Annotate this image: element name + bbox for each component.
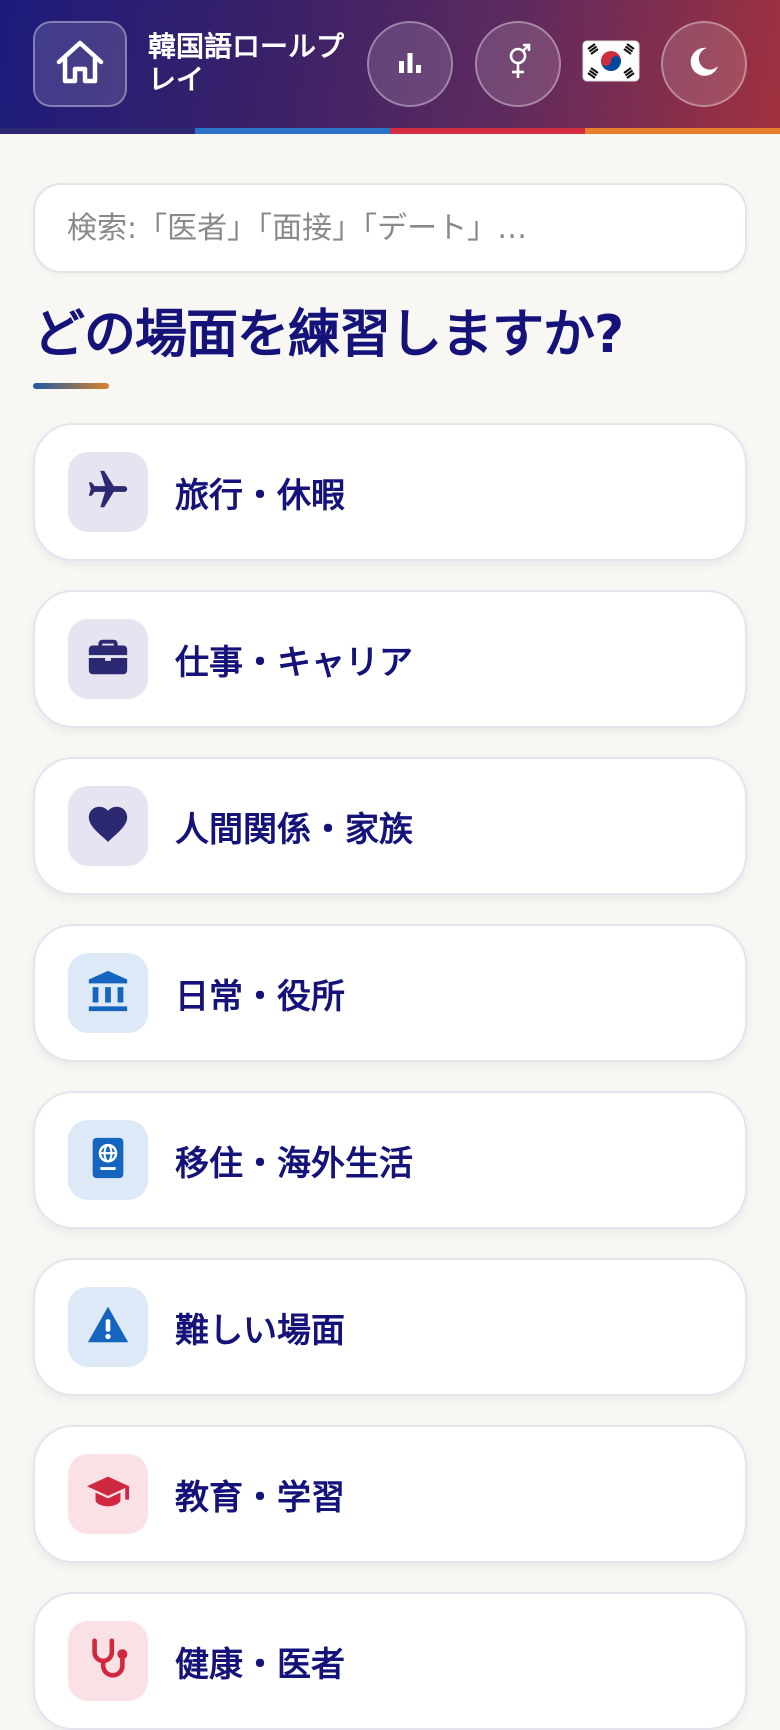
category-card-education[interactable]: 教育・学習: [33, 1425, 747, 1563]
stats-button[interactable]: [367, 21, 453, 107]
category-label: 日常・役所: [175, 976, 345, 1017]
category-icon-box: [68, 1621, 148, 1701]
category-card-relocation[interactable]: 移住・海外生活: [33, 1091, 747, 1229]
category-icon-box: [68, 786, 148, 866]
category-label: 教育・学習: [175, 1477, 345, 1518]
stripe-segment: [195, 128, 390, 134]
category-label: 移住・海外生活: [175, 1143, 413, 1184]
category-card-health[interactable]: 健康・医者: [33, 1592, 747, 1730]
bar-chart-icon: [397, 51, 423, 77]
category-card-difficult-situations[interactable]: 難しい場面: [33, 1258, 747, 1396]
government-building-icon: [85, 968, 131, 1018]
stripe-segment: [0, 128, 195, 134]
category-label: 人間関係・家族: [175, 809, 413, 850]
stripe-segment: [390, 128, 585, 134]
home-icon: [54, 38, 106, 90]
category-icon-box: [68, 1287, 148, 1367]
gender-button[interactable]: [475, 21, 561, 107]
category-icon-box: [68, 452, 148, 532]
search-input[interactable]: [33, 183, 747, 273]
briefcase-icon: [85, 634, 131, 684]
stripe-segment: [585, 128, 780, 134]
header-accent-stripe: [0, 128, 780, 134]
page-title: どの場面を練習しますか?: [33, 305, 624, 365]
heart-icon: [85, 801, 131, 851]
airplane-icon: [85, 467, 131, 517]
category-label: 健康・医者: [175, 1644, 345, 1685]
passport-icon: [85, 1135, 131, 1185]
theme-toggle-button[interactable]: [661, 21, 747, 107]
stethoscope-icon: [85, 1636, 131, 1686]
app-header: 韓国語ロールプレイ: [0, 0, 780, 128]
category-label: 旅行・休暇: [175, 475, 345, 516]
home-button[interactable]: [33, 21, 127, 107]
category-card-work[interactable]: 仕事・キャリア: [33, 590, 747, 728]
korea-flag-icon: [582, 40, 640, 86]
category-card-travel[interactable]: 旅行・休暇: [33, 423, 747, 561]
category-icon-box: [68, 1120, 148, 1200]
category-label: 仕事・キャリア: [175, 642, 413, 683]
language-flag-button[interactable]: [580, 38, 642, 88]
category-icon-box: [68, 619, 148, 699]
app-title: 韓国語ロールプレイ: [148, 30, 345, 96]
category-card-relationships[interactable]: 人間関係・家族: [33, 757, 747, 895]
category-label: 難しい場面: [175, 1310, 345, 1351]
category-card-daily-life[interactable]: 日常・役所: [33, 924, 747, 1062]
moon-icon: [687, 45, 721, 83]
graduation-cap-icon: [85, 1469, 131, 1519]
category-icon-box: [68, 953, 148, 1033]
category-icon-box: [68, 1454, 148, 1534]
gender-icon: [504, 43, 532, 85]
warning-icon: [85, 1302, 131, 1352]
title-underline: [33, 383, 109, 389]
